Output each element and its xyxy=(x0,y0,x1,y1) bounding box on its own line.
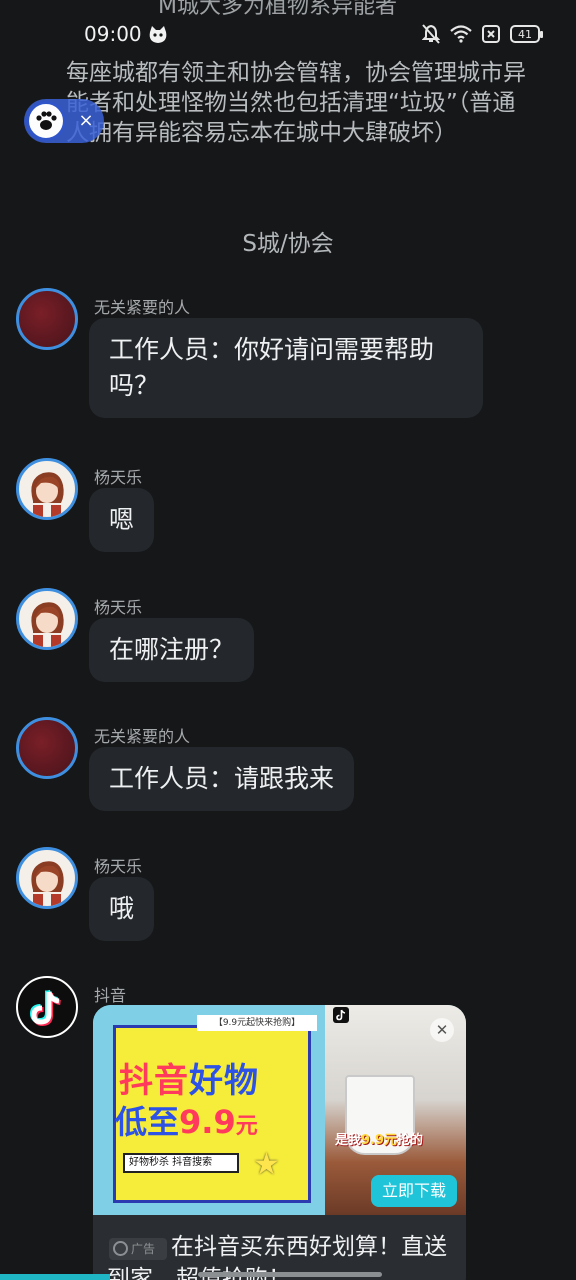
sender-name: 抖音 xyxy=(94,986,127,1005)
download-button[interactable]: 立即下载 xyxy=(371,1175,457,1207)
sender-name: 无关紧要的人 xyxy=(94,727,191,746)
message-bubble[interactable]: 嗯 xyxy=(89,488,155,552)
message-bubble[interactable]: 在哪注册？ xyxy=(89,618,255,682)
app-cat-icon xyxy=(149,26,167,43)
ad-headline: 抖音好物 xyxy=(119,1061,259,1101)
status-bar: 09:00 41 xyxy=(0,20,576,52)
message-bubble[interactable]: 哦 xyxy=(89,877,155,941)
star-icon: ★ xyxy=(253,1147,280,1182)
ad-left-panel: 【9.9元起快来抢购】 抖音好物 低至9.9元 好物秒杀 抖音搜索 ★ xyxy=(93,1005,325,1215)
sender-name: 杨天乐 xyxy=(94,857,143,876)
chat-screen: M城大多为植物系异能者 09:00 41 每座城都有领主和协会管辖，协会管理城市… xyxy=(0,0,576,1280)
battery-indicator: 41 xyxy=(510,25,543,43)
ad-image[interactable]: 【9.9元起快来抢购】 抖音好物 低至9.9元 好物秒杀 抖音搜索 ★ 是我9.… xyxy=(93,1005,466,1215)
avatar[interactable] xyxy=(16,458,78,520)
avatar[interactable] xyxy=(16,847,78,909)
ad-search-box: 好物秒杀 抖音搜索 xyxy=(123,1153,239,1173)
status-time: 09:00 xyxy=(84,22,142,46)
sender-name: 杨天乐 xyxy=(94,468,143,487)
ad-card[interactable]: 【9.9元起快来抢购】 抖音好物 低至9.9元 好物秒杀 抖音搜索 ★ 是我9.… xyxy=(93,1005,466,1280)
scene-heading: S城/协会 xyxy=(242,231,334,257)
avatar[interactable] xyxy=(16,976,78,1038)
douyin-small-icon xyxy=(333,1007,349,1023)
ad-tag: 【9.9元起快来抢购】 xyxy=(197,1015,317,1031)
sender-name: 杨天乐 xyxy=(94,598,143,617)
home-indicator[interactable] xyxy=(198,1272,382,1277)
mute-bell-icon xyxy=(422,24,440,44)
avatar[interactable] xyxy=(16,588,78,650)
sim-x-icon xyxy=(482,25,500,43)
paw-icon xyxy=(26,101,66,141)
floating-assistant-button[interactable]: × xyxy=(24,99,104,143)
story-paragraph: 每座城都有领主和协会管辖，协会管理城市异能者和处理怪物当然也包括清理“垃圾”（普… xyxy=(66,60,526,146)
wifi-icon xyxy=(450,25,472,43)
ad-price-line: 低至9.9元 xyxy=(115,1103,258,1141)
avatar[interactable] xyxy=(16,288,78,350)
sender-name: 无关紧要的人 xyxy=(94,298,191,317)
story-top-line: M城大多为植物系异能者 xyxy=(158,0,397,19)
avatar[interactable] xyxy=(16,717,78,779)
message-bubble[interactable]: 工作人员：你好请问需要帮助吗？ xyxy=(89,318,483,418)
status-icons: 41 xyxy=(422,24,543,44)
progress-strip xyxy=(0,1274,110,1280)
douyin-logo-icon xyxy=(29,989,61,1027)
message-bubble[interactable]: 工作人员：请跟我来 xyxy=(89,747,355,811)
close-icon[interactable]: × xyxy=(74,109,98,133)
ad-right-text: 是我9.9元抢的 xyxy=(335,1133,424,1148)
ad-close-button[interactable]: ✕ xyxy=(430,1018,454,1042)
